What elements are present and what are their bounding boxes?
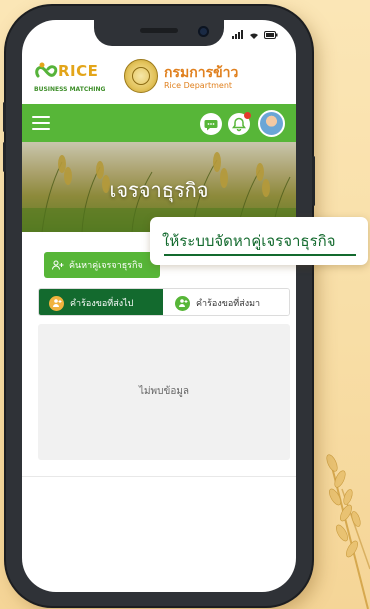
logo-subtitle: BUSINESS MATCHING	[34, 86, 106, 93]
notification-badge	[244, 112, 251, 119]
user-send-icon	[49, 295, 64, 311]
callout-text: ให้ระบบจัดหาคู่เจรจาธุรกิจ	[162, 232, 336, 250]
status-bar	[232, 30, 278, 39]
front-camera	[198, 26, 209, 37]
hamburger-icon[interactable]	[32, 116, 50, 130]
tab-received-requests[interactable]: คำร้องขอที่ส่งมา	[163, 289, 289, 315]
tab-received-label: คำร้องขอที่ส่งมา	[196, 299, 261, 309]
add-user-icon	[52, 260, 64, 270]
notification-button[interactable]	[228, 112, 251, 135]
page-title: เจรจาธุรกิจ	[109, 178, 209, 202]
phone-notch	[94, 20, 224, 46]
volume-up-button	[3, 102, 6, 132]
find-partner-label: ค้นหาคู่เจรจาธุรกิจ	[69, 261, 143, 271]
avatar[interactable]	[258, 110, 285, 137]
request-tabs: คำร้องขอที่ส่งไป คำร้องขอที่ส่งมา	[38, 288, 290, 316]
phone-frame: RICE BUSINESS MATCHING กรมการข้าว Rice D…	[3, 6, 315, 606]
battery-icon	[264, 31, 278, 39]
department-name-english: Rice Department	[164, 81, 233, 90]
signal-icon	[232, 30, 243, 39]
tab-sent-label: คำร้องขอที่ส่งไป	[70, 299, 134, 309]
wifi-icon	[250, 33, 258, 39]
divider	[22, 476, 296, 477]
empty-state-panel: ไม่พบข้อมูล	[38, 324, 290, 460]
rice-matching-logo: RICE BUSINESS MATCHING	[34, 60, 110, 100]
logo-word: RICE	[58, 62, 99, 80]
user-receive-icon	[175, 295, 190, 311]
speaker	[140, 28, 178, 33]
empty-message: ไม่พบข้อมูล	[138, 386, 190, 397]
chat-icon	[204, 120, 218, 131]
feature-callout: ให้ระบบจัดหาคู่เจรจาธุรกิจ	[150, 217, 368, 265]
chat-button[interactable]	[200, 113, 222, 135]
rice-department-seal	[124, 59, 158, 93]
app-screen: RICE BUSINESS MATCHING กรมการข้าว Rice D…	[22, 20, 296, 592]
tab-sent-requests[interactable]: คำร้องขอที่ส่งไป	[39, 289, 163, 315]
rice-logo-mark	[35, 62, 58, 78]
power-button	[312, 156, 315, 206]
volume-down-button	[3, 142, 6, 172]
top-nav-bar	[22, 104, 296, 142]
callout-underline	[164, 254, 356, 256]
logo-header: RICE BUSINESS MATCHING กรมการข้าว Rice D…	[22, 54, 296, 104]
find-partner-button[interactable]: ค้นหาคู่เจรจาธุรกิจ	[44, 252, 160, 278]
